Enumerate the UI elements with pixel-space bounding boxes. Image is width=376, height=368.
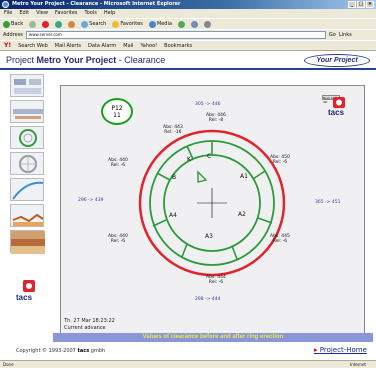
back-button[interactable]: Back bbox=[3, 20, 23, 28]
segment-label-k: K bbox=[187, 156, 191, 163]
copyright-brand: tacs bbox=[77, 348, 90, 354]
menu-file[interactable]: File bbox=[4, 10, 12, 18]
sidebar: tacs bbox=[10, 74, 48, 304]
segment-label-a4: A4 bbox=[169, 212, 177, 219]
sidebar-thumb-plan[interactable] bbox=[10, 100, 44, 123]
menu-tools[interactable]: Tools bbox=[85, 10, 97, 18]
yahoo-link-data-alarm[interactable]: Data Alarm bbox=[88, 43, 116, 49]
status-text: Done bbox=[3, 362, 14, 367]
segment-label-a1: A1 bbox=[240, 173, 248, 180]
tacs-logo-text-corner: tacs bbox=[328, 108, 345, 117]
sidebar-thumb-profile[interactable] bbox=[10, 204, 44, 227]
print-button[interactable] bbox=[203, 20, 211, 28]
measurement-right: 365 -> 451 bbox=[315, 200, 341, 205]
copyright: Copyright © 1993-2007 tacs gmbh bbox=[16, 348, 106, 354]
history-button[interactable] bbox=[177, 20, 185, 28]
advance-status: Current advance bbox=[64, 325, 106, 331]
media-button[interactable]: Media bbox=[148, 20, 172, 28]
window-controls: _ □ × bbox=[348, 1, 374, 8]
history-icon bbox=[177, 20, 185, 28]
window-title: Metro Your Project - Clearance - Microso… bbox=[12, 1, 181, 7]
reading-right-top: Abs: 450 Rel: -6 bbox=[270, 155, 290, 165]
segment-label-a2: A2 bbox=[238, 211, 246, 218]
status-bar: Done Internet bbox=[0, 360, 376, 368]
ie-icon bbox=[2, 1, 9, 8]
tacs-logo-text: tacs bbox=[16, 293, 33, 302]
close-button[interactable]: × bbox=[366, 1, 374, 8]
links-button[interactable]: Links bbox=[339, 32, 352, 38]
key-segment-marker bbox=[197, 170, 208, 183]
security-zone: Internet bbox=[350, 362, 366, 367]
media-icon bbox=[148, 20, 156, 28]
home-icon bbox=[68, 20, 76, 28]
stop-button[interactable] bbox=[42, 20, 50, 28]
measurement-top: 305 -> 446 bbox=[195, 102, 221, 107]
bullet-icon: ▸ bbox=[314, 346, 318, 354]
reading-right-bottom: Abs: 445 Rel: -6 bbox=[270, 234, 290, 244]
clearance-caption: Values of clearance before and after rin… bbox=[53, 333, 373, 342]
yahoo-link-mail[interactable]: Mail bbox=[123, 43, 133, 49]
menu-edit[interactable]: Edit bbox=[19, 10, 29, 18]
mail-button[interactable] bbox=[190, 20, 198, 28]
home-button[interactable] bbox=[68, 20, 76, 28]
segment-label-b: B bbox=[172, 174, 177, 181]
stop-icon bbox=[42, 20, 50, 28]
back-arrow-icon bbox=[3, 20, 10, 28]
reading-left-bottom: Abs: 440 Rel: -6 bbox=[108, 234, 128, 244]
window-title-bar: Metro Your Project - Clearance - Microso… bbox=[0, 0, 376, 9]
ring-diagram bbox=[138, 129, 286, 277]
menu-view[interactable]: View bbox=[36, 10, 48, 18]
project-home-link[interactable]: ▸ Project-Home bbox=[314, 346, 367, 354]
menu-favorites[interactable]: Favorites bbox=[55, 10, 78, 18]
yahoo-link-yahoo[interactable]: Yahoo! bbox=[140, 43, 157, 49]
minimize-button[interactable]: _ bbox=[348, 1, 356, 8]
sidebar-thumb-ring[interactable] bbox=[10, 126, 44, 149]
your-project-logo: Your Project bbox=[304, 54, 370, 67]
yahoo-link-bookmarks[interactable]: Bookmarks bbox=[164, 43, 192, 49]
browser-toolbar: Back Search Favorites Media bbox=[0, 18, 376, 29]
sidebar-thumb-geology[interactable] bbox=[10, 230, 45, 254]
search-button[interactable]: Search bbox=[81, 20, 106, 28]
address-input[interactable]: www.server.com bbox=[25, 31, 326, 39]
mail-icon bbox=[190, 20, 198, 28]
address-bar: Address www.server.com Go Links bbox=[0, 29, 376, 40]
yahoo-logo[interactable]: Y! bbox=[4, 42, 11, 49]
reading-left-top: Abs: 440 Rel: -6 bbox=[108, 158, 128, 168]
page-header: Project Metro Your Project - Clearance Y… bbox=[0, 52, 376, 70]
star-icon bbox=[112, 20, 120, 28]
yahoo-link-mail-alerts[interactable]: Mail Alerts bbox=[55, 43, 81, 49]
forward-arrow-icon bbox=[29, 20, 37, 28]
yahoo-toolbar: Y! Search Web Mail Alerts Data Alarm Mai… bbox=[0, 40, 376, 51]
advance-info: Th. 27 Mar 18:23:22 Current advance bbox=[64, 318, 115, 332]
maximize-button[interactable]: □ bbox=[357, 1, 365, 8]
search-web-button[interactable]: Search Web bbox=[18, 43, 48, 49]
print-icon bbox=[203, 20, 211, 28]
ring-id-badge: P12 11 bbox=[101, 98, 133, 125]
measurement-bottom: 298 -> 444 bbox=[195, 297, 221, 302]
project-name: Metro Your Project bbox=[36, 55, 117, 65]
sidebar-thumb-overview[interactable] bbox=[10, 74, 44, 97]
reading-top: Abs: 446 Rel: -8 bbox=[206, 113, 226, 123]
forward-button[interactable] bbox=[29, 20, 37, 28]
reading-bottom: Abs: 444 Rel: -6 bbox=[206, 275, 226, 285]
menu-bar: File Edit View Favorites Tools Help bbox=[0, 9, 376, 18]
address-label: Address bbox=[3, 32, 23, 38]
refresh-icon bbox=[55, 20, 63, 28]
search-icon bbox=[81, 20, 89, 28]
menu-help[interactable]: Help bbox=[104, 10, 115, 18]
sidebar-thumb-curve[interactable] bbox=[10, 178, 44, 201]
reading-top-left: Abs: 443 Rel: -16 bbox=[163, 125, 183, 135]
sidebar-thumb-segments[interactable] bbox=[10, 152, 44, 175]
favorites-button[interactable]: Favorites bbox=[112, 20, 143, 28]
segment-label-a3: A3 bbox=[205, 233, 213, 240]
measurement-left: 296 -> 439 bbox=[78, 198, 104, 203]
page-title: Project Metro Your Project - Clearance bbox=[6, 55, 166, 65]
refresh-button[interactable] bbox=[55, 20, 63, 28]
go-button[interactable]: Go bbox=[329, 32, 336, 38]
segment-label-c: C bbox=[207, 153, 212, 160]
timestamp: Th. 27 Mar 18:23:22 bbox=[64, 318, 115, 324]
tacs-corner-logo: Back to list tacs bbox=[322, 95, 350, 120]
